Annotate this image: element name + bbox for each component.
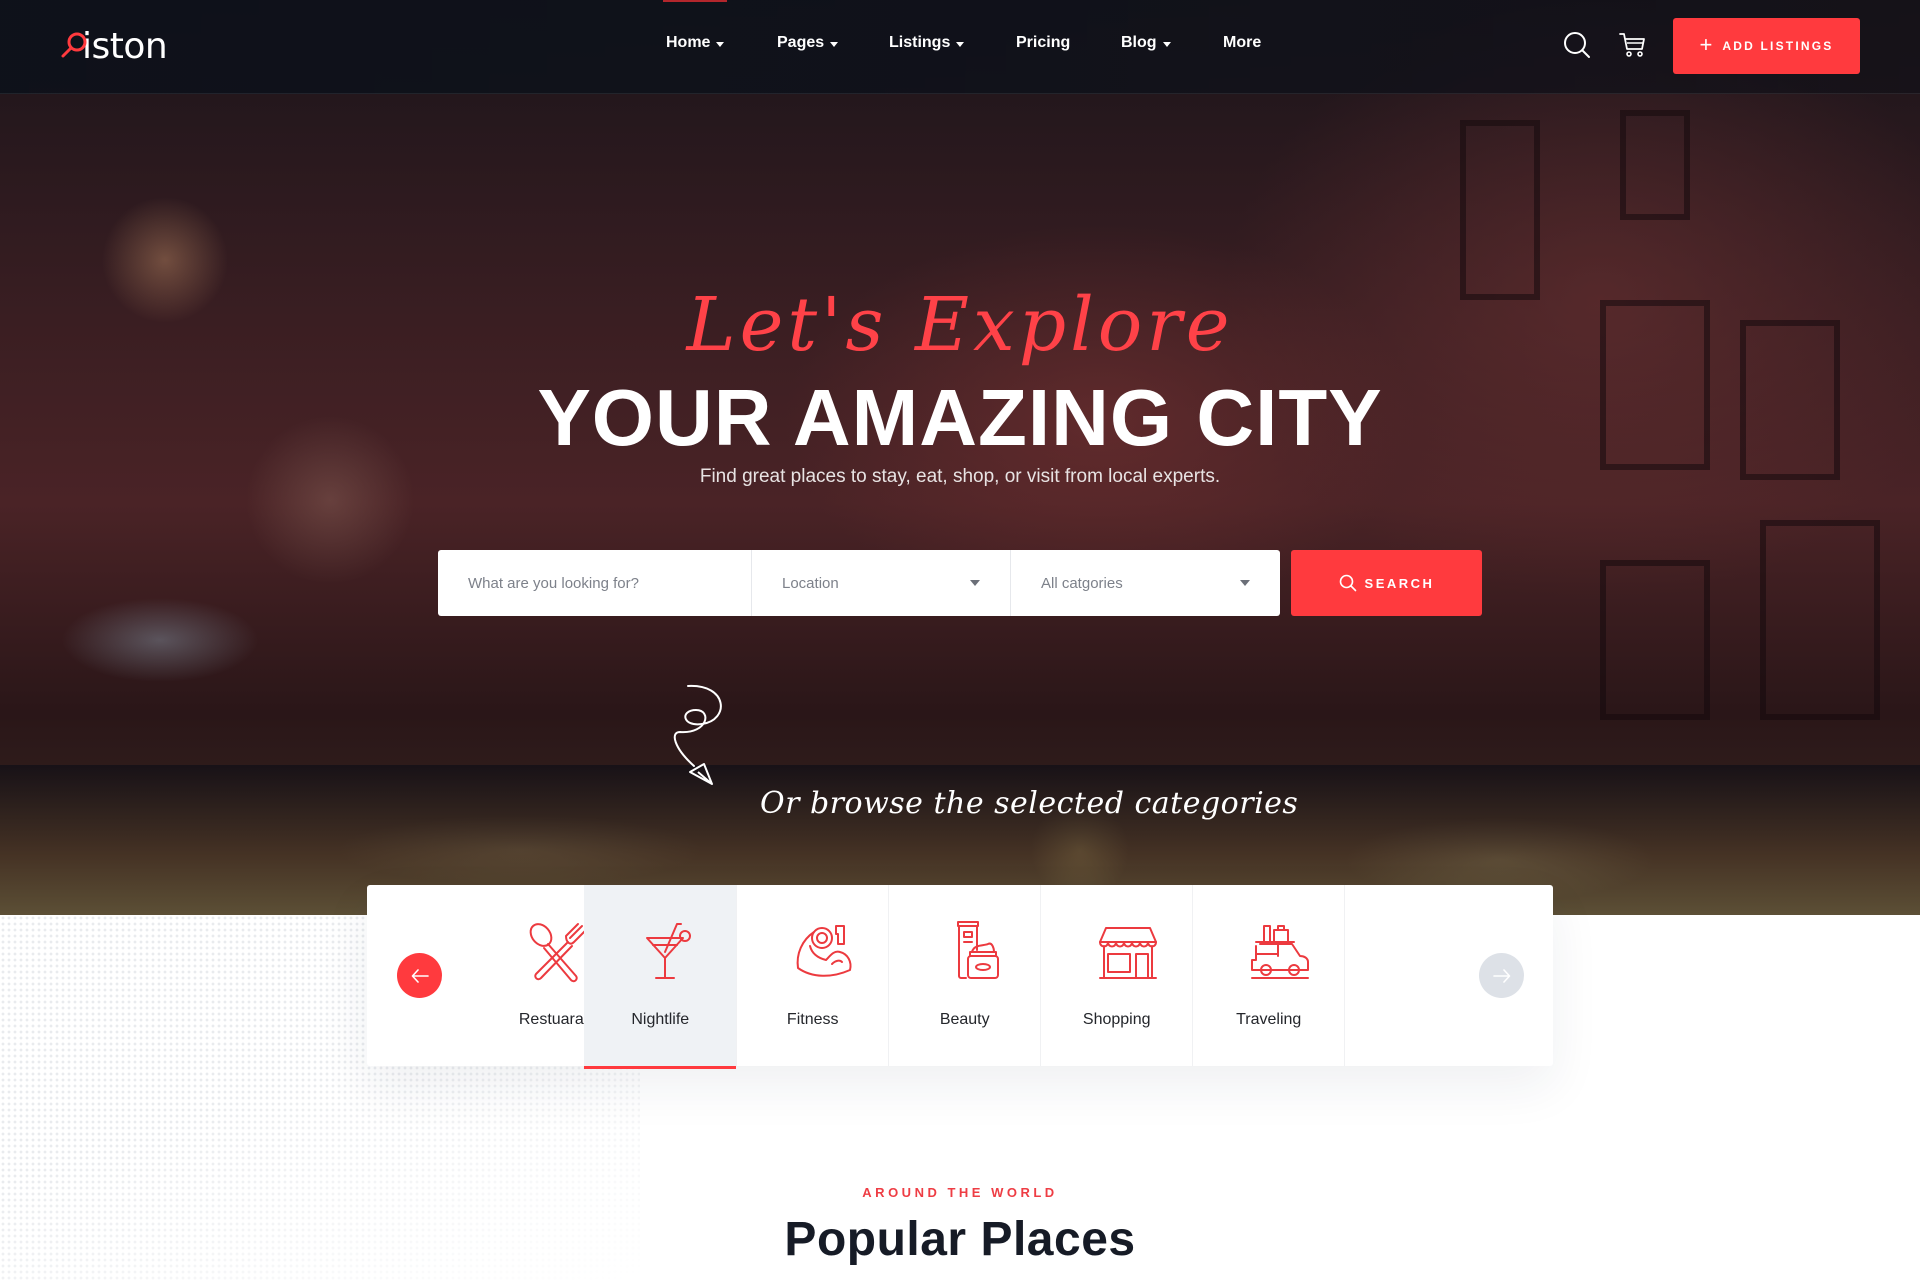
utensils-icon bbox=[529, 923, 587, 983]
decor-frame bbox=[1600, 560, 1710, 720]
keyword-field bbox=[438, 550, 751, 616]
nav-label: Blog bbox=[1121, 34, 1157, 51]
nav-item-blog[interactable]: Blog bbox=[1121, 34, 1171, 52]
decor-frame bbox=[1760, 520, 1880, 720]
category-traveling[interactable]: Traveling bbox=[1192, 885, 1344, 1066]
caret-down-icon bbox=[1240, 580, 1250, 586]
car-luggage-icon bbox=[1251, 925, 1310, 979]
category-beauty[interactable]: Beauty bbox=[888, 885, 1040, 1066]
carousel-prev-button[interactable] bbox=[397, 953, 442, 998]
search-icon bbox=[1339, 574, 1356, 592]
add-listings-label: ADD LISTINGS bbox=[1722, 39, 1834, 53]
categories-carousel: Restuarant Nightlife Fitness Beauty Shop… bbox=[367, 885, 1553, 1069]
caret-down-icon bbox=[1162, 41, 1171, 47]
hero-title: YOUR AMAZING CITY bbox=[537, 373, 1383, 462]
search-button[interactable]: SEARCH bbox=[1291, 550, 1482, 616]
category-fitness[interactable]: Fitness bbox=[736, 885, 888, 1066]
category-value: All catgories bbox=[1041, 574, 1123, 592]
hero-subtitle: Find great places to stay, eat, shop, or… bbox=[699, 466, 1221, 487]
nav-label: Pricing bbox=[1016, 34, 1071, 51]
carousel-next-button[interactable] bbox=[1479, 953, 1524, 998]
caret-down-icon bbox=[830, 41, 839, 47]
cocktail-icon bbox=[646, 923, 692, 979]
browse-categories-text: Or browse the selected categories bbox=[760, 786, 1299, 821]
logo-text: iston bbox=[82, 25, 168, 67]
nav-active-indicator bbox=[663, 0, 727, 2]
nav-item-more[interactable]: More bbox=[1223, 34, 1261, 52]
nav-label: Listings bbox=[889, 34, 951, 51]
fitness-arm-icon bbox=[796, 925, 852, 977]
nav-item-pricing[interactable]: Pricing bbox=[1016, 34, 1070, 52]
nav-item-home[interactable]: Home bbox=[666, 34, 725, 52]
cosmetics-icon bbox=[957, 921, 1000, 979]
category-label: Nightlife bbox=[631, 1011, 690, 1028]
add-listings-button[interactable]: + ADD LISTINGS bbox=[1673, 18, 1860, 74]
search-form: Location All catgories bbox=[438, 550, 1280, 616]
hero-script-title: Let's Explore bbox=[686, 282, 1234, 368]
caret-down-icon bbox=[970, 580, 980, 586]
arrow-left-icon bbox=[411, 968, 429, 983]
curly-arrow-icon bbox=[673, 684, 722, 785]
decor-frame bbox=[1620, 110, 1690, 220]
plus-icon: + bbox=[1699, 32, 1713, 57]
section-title: Popular Places bbox=[784, 1213, 1136, 1266]
caret-down-icon bbox=[956, 41, 965, 47]
logo[interactable]: iston bbox=[60, 25, 168, 67]
category-label: Traveling bbox=[1236, 1011, 1302, 1028]
nav-label: Home bbox=[666, 34, 711, 51]
nav-item-pages[interactable]: Pages bbox=[777, 34, 839, 52]
keyword-input[interactable] bbox=[468, 574, 728, 592]
storefront-icon bbox=[1099, 927, 1158, 979]
nav-label: More bbox=[1223, 34, 1262, 51]
location-value: Location bbox=[782, 574, 839, 592]
location-select[interactable]: Location bbox=[751, 550, 1010, 616]
cart-icon[interactable] bbox=[1618, 30, 1648, 60]
category-shopping[interactable]: Shopping bbox=[1040, 885, 1192, 1066]
section-eyebrow: AROUND THE WORLD bbox=[862, 1185, 1058, 1200]
category-label: Fitness bbox=[786, 1011, 839, 1028]
category-label: Beauty bbox=[939, 1011, 990, 1028]
category-nightlife[interactable]: Nightlife bbox=[584, 885, 737, 1069]
category-select[interactable]: All catgories bbox=[1010, 550, 1280, 616]
search-button-label: SEARCH bbox=[1364, 575, 1435, 591]
nav-item-listings[interactable]: Listings bbox=[889, 34, 965, 52]
logo-magnifier-icon bbox=[61, 32, 87, 58]
caret-down-icon bbox=[716, 41, 725, 47]
arrow-right-icon bbox=[1492, 968, 1510, 983]
nav-label: Pages bbox=[777, 34, 825, 51]
site-header: iston Home Pages Listings Pricing Blog M… bbox=[0, 0, 1920, 94]
category-label: Shopping bbox=[1082, 1011, 1151, 1028]
decor-frame bbox=[1460, 120, 1540, 300]
search-icon[interactable] bbox=[1562, 30, 1592, 60]
